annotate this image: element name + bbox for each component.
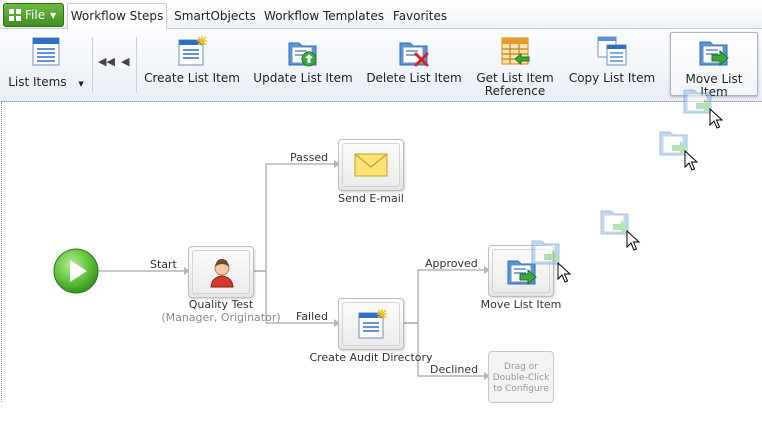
quality-test-label: Quality Test bbox=[188, 298, 254, 311]
move-list-item-node-label: Move List Item bbox=[480, 298, 562, 311]
mouse-pointer-icon bbox=[626, 230, 641, 251]
quality-test-participants: (Manager, Originator) bbox=[161, 311, 281, 324]
envelope-icon bbox=[354, 153, 388, 177]
workflow-designer-window: File ▼ Workflow Steps SmartObjects Workf… bbox=[0, 0, 762, 425]
failed-connector-label: Failed bbox=[296, 310, 328, 323]
play-icon bbox=[53, 248, 99, 294]
placeholder-line-2: Double-Click bbox=[492, 373, 550, 383]
unconfigured-step-placeholder[interactable]: Drag or Double-Click to Configure bbox=[488, 351, 554, 403]
mouse-pointer-icon bbox=[557, 262, 572, 283]
send-email-node[interactable] bbox=[338, 139, 404, 191]
user-icon bbox=[210, 259, 234, 288]
create-audit-directory-node[interactable] bbox=[338, 298, 404, 350]
create-list-item-icon bbox=[358, 309, 387, 339]
send-email-label: Send E-mail bbox=[338, 192, 404, 205]
declined-connector-label: Declined bbox=[430, 363, 479, 376]
approved-connector-label: Approved bbox=[425, 257, 478, 270]
quality-test-node[interactable] bbox=[188, 246, 254, 298]
mouse-pointer-icon bbox=[709, 108, 724, 129]
passed-connector-label: Passed bbox=[290, 151, 329, 164]
placeholder-line-3: to Configure bbox=[493, 384, 549, 394]
mouse-pointer-icon bbox=[684, 150, 699, 171]
start-connector-label: Start bbox=[150, 258, 177, 271]
start-node[interactable] bbox=[53, 248, 99, 294]
placeholder-line-1: Drag or bbox=[504, 362, 538, 372]
create-audit-directory-label: Create Audit Directory bbox=[309, 351, 433, 364]
